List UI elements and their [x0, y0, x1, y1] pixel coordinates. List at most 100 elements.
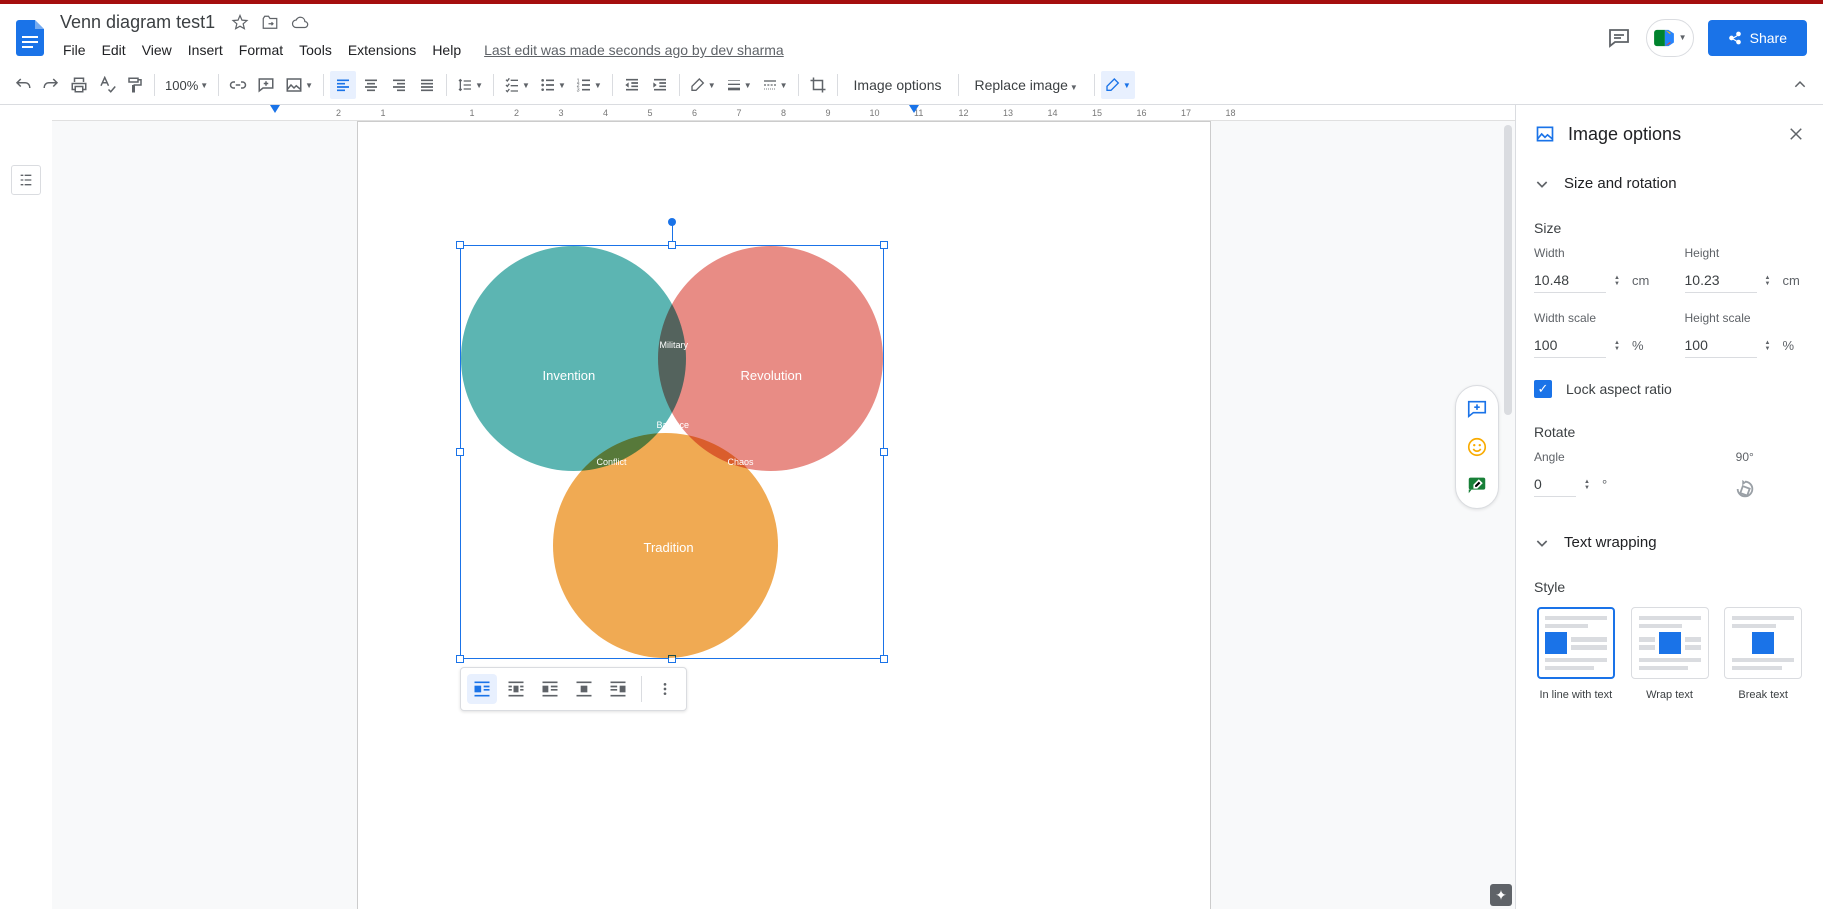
style-heading: Style [1534, 579, 1805, 595]
wrap-break-right-button[interactable] [603, 674, 633, 704]
document-canvas[interactable]: 21123456789101112131415161718 [52, 105, 1515, 909]
meet-button[interactable]: ▼ [1646, 19, 1694, 57]
lock-aspect-label: Lock aspect ratio [1566, 381, 1672, 397]
style-wrap[interactable]: Wrap text [1628, 607, 1712, 701]
align-left-button[interactable] [330, 71, 356, 99]
venn-label-chaos: Chaos [728, 457, 754, 467]
venn-label-military: Military [660, 340, 689, 350]
image-options-sidebar: Image options Size and rotation Size Wid… [1515, 105, 1823, 909]
share-button[interactable]: Share [1708, 20, 1807, 56]
line-spacing-button[interactable]: ▼ [453, 71, 487, 99]
border-color-button[interactable]: ▼ [686, 71, 720, 99]
menu-insert[interactable]: Insert [181, 39, 230, 61]
page: Invention Revolution Tradition Military … [357, 121, 1211, 909]
cloud-status-icon[interactable] [291, 14, 309, 32]
collapse-toolbar-button[interactable] [1787, 71, 1813, 99]
move-icon[interactable] [261, 14, 279, 32]
zoom-select[interactable]: 100%▼ [161, 71, 212, 99]
wrap-inline-button[interactable] [467, 674, 497, 704]
height-scale-input[interactable] [1685, 333, 1757, 358]
comment-history-icon[interactable] [1606, 25, 1632, 51]
svg-text:3: 3 [577, 88, 580, 93]
rotate90-button[interactable] [1734, 478, 1756, 500]
section-text-wrapping[interactable]: Text wrapping [1516, 520, 1823, 565]
align-center-button[interactable] [358, 71, 384, 99]
outline-toggle-button[interactable] [11, 165, 41, 195]
numbered-list-button[interactable]: 123▼ [572, 71, 606, 99]
width-input[interactable] [1534, 268, 1606, 293]
star-icon[interactable] [231, 14, 249, 32]
ruler[interactable]: 21123456789101112131415161718 [52, 105, 1515, 121]
redo-button[interactable] [38, 71, 64, 99]
checklist-button[interactable]: ▼ [500, 71, 534, 99]
menu-help[interactable]: Help [425, 39, 468, 61]
indent-decrease-button[interactable] [619, 71, 645, 99]
border-dash-button[interactable]: ▼ [758, 71, 792, 99]
menu-view[interactable]: View [135, 39, 179, 61]
height-input[interactable] [1685, 268, 1757, 293]
chevron-down-icon [1534, 176, 1550, 192]
width-scale-input[interactable] [1534, 333, 1606, 358]
floating-actions [1455, 385, 1499, 509]
insert-image-button[interactable]: ▼ [281, 71, 317, 99]
menu-bar: File Edit View Insert Format Tools Exten… [56, 35, 1600, 65]
wrap-break-button[interactable] [569, 674, 599, 704]
image-wrap-toolbar [460, 667, 687, 711]
spinner[interactable]: ▲▼ [1765, 340, 1775, 352]
style-break[interactable]: Break text [1721, 607, 1805, 701]
section-size-rotation[interactable]: Size and rotation [1516, 161, 1823, 206]
menu-edit[interactable]: Edit [95, 39, 133, 61]
spinner[interactable]: ▲▼ [1614, 340, 1624, 352]
bullet-list-button[interactable]: ▼ [536, 71, 570, 99]
wrap-break-left-button[interactable] [535, 674, 565, 704]
print-button[interactable] [66, 71, 92, 99]
style-inline[interactable]: In line with text [1534, 607, 1618, 701]
insert-link-button[interactable] [225, 71, 251, 99]
chevron-down-icon [1534, 535, 1550, 551]
align-justify-button[interactable] [414, 71, 440, 99]
docs-icon[interactable] [10, 18, 50, 58]
rotate-handle[interactable] [668, 218, 676, 226]
angle-input[interactable] [1534, 472, 1576, 497]
close-icon[interactable] [1787, 125, 1805, 143]
add-suggestion-floating[interactable] [1460, 468, 1494, 502]
paint-format-button[interactable] [122, 71, 148, 99]
editing-mode-button[interactable]: ▼ [1101, 71, 1135, 99]
menu-extensions[interactable]: Extensions [341, 39, 423, 61]
scrollbar[interactable] [1504, 125, 1512, 415]
spinner[interactable]: ▲▼ [1765, 275, 1775, 287]
rotate90-label: 90° [1736, 450, 1754, 464]
width-label: Width [1534, 246, 1655, 260]
add-emoji-floating[interactable] [1460, 430, 1494, 464]
venn-label-revolution: Revolution [741, 368, 802, 383]
undo-button[interactable] [10, 71, 36, 99]
lock-aspect-checkbox[interactable]: ✓ [1534, 380, 1552, 398]
size-heading: Size [1534, 220, 1805, 236]
align-right-button[interactable] [386, 71, 412, 99]
menu-tools[interactable]: Tools [292, 39, 339, 61]
replace-image-button[interactable]: Replace image▼ [965, 77, 1088, 93]
menu-file[interactable]: File [56, 39, 93, 61]
spellcheck-button[interactable] [94, 71, 120, 99]
last-edit-link[interactable]: Last edit was made seconds ago by dev sh… [484, 42, 784, 58]
border-weight-button[interactable]: ▼ [722, 71, 756, 99]
crop-button[interactable] [805, 71, 831, 99]
image-icon [1534, 123, 1556, 145]
menu-format[interactable]: Format [232, 39, 290, 61]
document-title[interactable]: Venn diagram test1 [56, 10, 219, 35]
wrap-more-button[interactable] [650, 674, 680, 704]
angle-label: Angle [1534, 450, 1655, 464]
width-scale-label: Width scale [1534, 311, 1655, 325]
indent-increase-button[interactable] [647, 71, 673, 99]
share-label: Share [1750, 30, 1787, 46]
image-options-button[interactable]: Image options [844, 77, 952, 93]
insert-comment-button[interactable] [253, 71, 279, 99]
add-comment-floating[interactable] [1460, 392, 1494, 426]
venn-label-conflict: Conflict [597, 457, 627, 467]
wrap-wrap-button[interactable] [501, 674, 531, 704]
spinner[interactable]: ▲▼ [1614, 275, 1624, 287]
sidebar-title: Image options [1568, 124, 1775, 145]
spinner[interactable]: ▲▼ [1584, 479, 1594, 491]
explore-button[interactable]: ✦ [1490, 884, 1512, 906]
selected-image[interactable]: Invention Revolution Tradition Military … [460, 245, 884, 659]
